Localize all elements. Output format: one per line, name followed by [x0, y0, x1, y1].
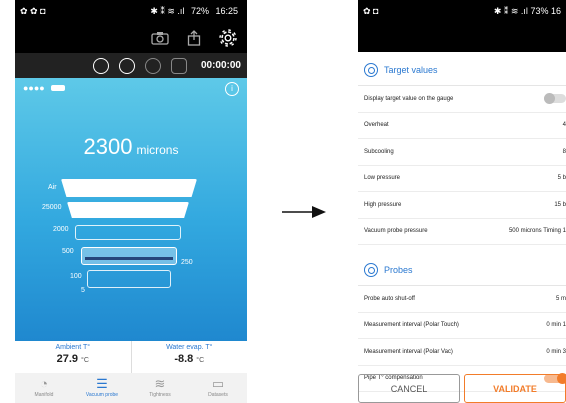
list-mode-icon[interactable]: [118, 57, 135, 74]
temperature-readouts: Ambient T° 27.9 °C Water evap. T° -8.8 °C: [15, 341, 247, 373]
datasets-icon: ▭: [211, 376, 225, 391]
battery-level: 72%: [190, 6, 209, 16]
reading-unit: microns: [136, 143, 179, 157]
left-phone-screen: ✿ ✿ ◘ ✱ ⁑ ≋ .ıl 72% 16:25 00:00:00 ●●●● …: [15, 0, 247, 403]
funnel-gauge: Air 25000 2000 500 100 5 250: [15, 173, 247, 303]
status-icons-right: ✱ ⁑ ≋ .ıl: [150, 6, 185, 16]
readout-unit: °C: [81, 357, 89, 364]
status-icons-right: ✱ ⁑ ≋ .ıl: [493, 6, 528, 16]
gauge-segment: [67, 202, 189, 218]
wave-mode-icon[interactable]: [92, 57, 109, 74]
section-header-probes: Probes: [358, 255, 566, 286]
readout-label: Water evap. T°: [166, 344, 213, 351]
section-title: Target values: [384, 65, 438, 75]
gear-icon[interactable]: [217, 29, 239, 47]
right-phone-screen: ✿ ◘ ✱ ⁑ ≋ .ıl 73% 16 Target values Displ…: [358, 0, 566, 403]
gauge-segment: [61, 179, 197, 197]
cancel-button[interactable]: CANCEL: [358, 374, 460, 403]
clock: 16: [550, 6, 561, 16]
top-toolbar: [15, 23, 247, 53]
settings-row[interactable]: Vacuum probe pressure 500 microns Timing …: [358, 219, 566, 245]
readout-label: Ambient T°: [55, 344, 91, 351]
validate-button[interactable]: VALIDATE: [464, 374, 566, 403]
nav-item-datasets[interactable]: ▭ Datasets: [189, 373, 247, 403]
probe-status: ●●●●: [23, 83, 65, 93]
gauge-label: 25000: [42, 204, 62, 211]
target-icon: [364, 63, 378, 77]
status-icons-left: ✿ ◘: [363, 6, 379, 16]
app-header: [358, 23, 566, 52]
record-button[interactable]: [144, 57, 161, 74]
gauge-segment-active: [81, 247, 177, 265]
settings-row[interactable]: Subcooling 8: [358, 139, 566, 166]
gauge-segment: [87, 270, 171, 288]
section-title: Probes: [384, 265, 413, 275]
nav-item-manifold[interactable]: ◔ Manifold: [15, 373, 73, 403]
share-icon[interactable]: [183, 29, 205, 47]
nav-item-vacuum-probe[interactable]: ☰ Vacuum probe: [73, 373, 131, 403]
recording-controls: 00:00:00: [15, 53, 247, 78]
gauge-level-marker: [85, 257, 173, 260]
gauge-segment: [75, 225, 181, 240]
stop-button[interactable]: [170, 57, 187, 74]
settings-row[interactable]: Display target value on the gauge: [358, 86, 566, 113]
probe-icon: [364, 263, 378, 277]
settings-row[interactable]: High pressure 15 b: [358, 192, 566, 219]
clock: 16:25: [215, 6, 238, 16]
gauge-label: 500: [62, 248, 74, 255]
camera-icon[interactable]: [149, 29, 171, 47]
bottom-nav: ◔ Manifold ☰ Vacuum probe ≋ Tightness ▭ Data…: [15, 373, 247, 403]
readout-value: -8.8: [174, 353, 194, 365]
battery-level: 73%: [530, 6, 549, 16]
gauge-side-label: 250: [181, 259, 193, 266]
readout-unit: °C: [196, 357, 205, 364]
settings-row[interactable]: Measurement interval (Polar Vac) 0 min 3: [358, 339, 566, 366]
ambient-readout[interactable]: Ambient T° 27.9 °C: [15, 341, 131, 373]
status-bar: ✿ ✿ ◘ ✱ ⁑ ≋ .ıl 72% 16:25: [15, 0, 247, 23]
vacuum-reading: 2300 microns: [15, 134, 247, 160]
section-header-target-values: Target values: [358, 55, 566, 86]
info-icon[interactable]: i: [225, 82, 239, 96]
settings-row[interactable]: Measurement interval (Polar Touch) 0 min …: [358, 313, 566, 339]
reading-value: 2300: [83, 134, 133, 159]
settings-row[interactable]: Overheat 4: [358, 113, 566, 139]
timer: 00:00:00: [200, 60, 241, 71]
nav-item-tightness[interactable]: ≋ Tightness: [131, 373, 189, 403]
status-bar: ✿ ◘ ✱ ⁑ ≋ .ıl 73% 16: [358, 0, 566, 23]
dialog-buttons: CANCEL VALIDATE: [358, 374, 566, 403]
vacuum-probe-icon: ☰: [96, 376, 108, 391]
gauge-label: 2000: [53, 226, 69, 233]
tightness-icon: ≋: [154, 376, 166, 391]
gauge-icon: ◔: [40, 376, 48, 391]
signal-dots-icon: ●●●●: [23, 83, 45, 93]
gauge-label: 5: [81, 287, 85, 294]
arrow-right-icon: [282, 206, 326, 218]
display-target-toggle[interactable]: [544, 93, 566, 105]
status-icons-left: ✿ ✿ ◘: [20, 6, 46, 16]
settings-row[interactable]: Low pressure 5 b: [358, 166, 566, 192]
readout-value: 27.9: [56, 353, 79, 365]
vacuum-gauge-panel: ●●●● i 2300 microns Air 25000 2000 500 10…: [15, 78, 247, 341]
gauge-label: 100: [70, 273, 82, 280]
probe-battery-icon: [50, 85, 65, 91]
water-evap-readout[interactable]: Water evap. T° -8.8 °C: [130, 341, 248, 373]
gauge-label: Air: [48, 184, 57, 191]
settings-row[interactable]: Probe auto shut-off 5 m: [358, 286, 566, 313]
